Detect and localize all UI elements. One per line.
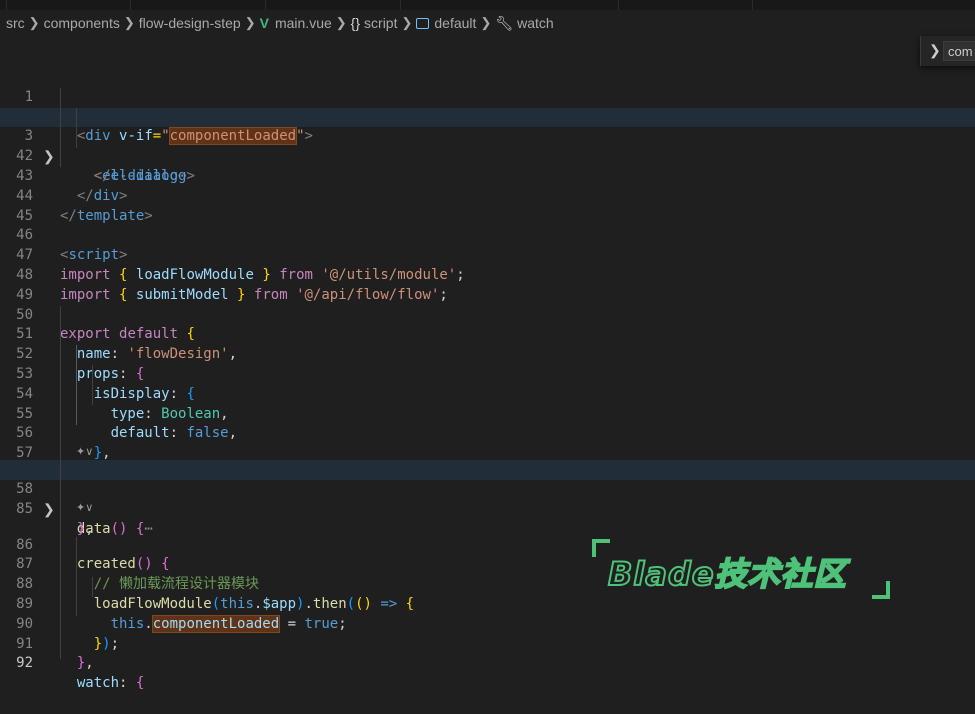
code-line[interactable]: 91 }, (0, 615, 975, 672)
code-line-current[interactable]: 92 watch: { (0, 635, 975, 691)
ai-sparkle-icon[interactable]: ✦∨ (76, 501, 93, 514)
code-line[interactable]: 48 import { submitModel } from '@/api/fl… (0, 246, 975, 303)
breadcrumb-components[interactable]: components (44, 15, 120, 31)
breadcrumb: src ❯ components ❯ flow-design-step ❯ V … (0, 11, 975, 35)
code-line[interactable]: 47 import { loadFlowModule } from '@/uti… (0, 226, 975, 283)
code-line[interactable]: 51 name: 'flowDesign', (0, 306, 975, 362)
code-line[interactable]: 42 </el-dialog> (0, 127, 975, 184)
chevron-right-icon: ❯ (123, 15, 135, 30)
code-line[interactable]: 56 }, (0, 405, 975, 461)
code-line[interactable]: 55 default: false, (0, 385, 975, 442)
chevron-right-icon: ❯ (401, 15, 413, 30)
code-line[interactable]: 45 (0, 187, 975, 224)
tab-separator (618, 0, 619, 10)
code-line[interactable]: 90 }); (0, 595, 975, 652)
code-line[interactable]: 44 </template> (0, 167, 975, 224)
indent-guide (76, 108, 77, 148)
braces-icon: {} (350, 15, 361, 31)
indent-guide (92, 577, 93, 597)
ai-sparkle-icon[interactable]: ✦∨ (76, 445, 93, 458)
code-line[interactable]: 53 isDisplay: { (0, 345, 975, 402)
chevron-right-icon: ❯ (244, 15, 256, 30)
indent-guide (60, 306, 61, 659)
tab-separator (400, 0, 401, 10)
symbol-variable-icon (416, 17, 430, 29)
code-line[interactable]: 57 }, (0, 424, 975, 481)
breadcrumb-flow-design-step[interactable]: flow-design-step (139, 15, 241, 31)
code-line[interactable]: 2 <div v-if="componentLoaded"> (0, 88, 975, 146)
line-number: 92 (16, 655, 33, 672)
editor-tabs-strip (0, 0, 975, 10)
chevron-right-icon: ❯ (480, 15, 492, 30)
code-line[interactable]: 52 props: { (0, 325, 975, 382)
chevron-right-icon[interactable]: ❯ (929, 42, 941, 59)
code-line[interactable]: 86 created() { (0, 516, 975, 573)
breadcrumb-src[interactable]: src (6, 15, 25, 31)
chevron-right-icon: ❯ (28, 15, 40, 30)
indent-guide (60, 88, 61, 167)
code-line[interactable]: 85 }, (0, 480, 975, 537)
code-line[interactable]: 54 type: Boolean, (0, 365, 975, 422)
indent-guide (76, 537, 77, 616)
code-lens[interactable]: ✦∨ (0, 500, 975, 516)
tab-separator (752, 0, 753, 10)
code-line-folded[interactable]: 58 ❯ data() {⋯ (0, 460, 975, 537)
watermark-text: Blade技术社区 (607, 554, 847, 594)
code-lens[interactable]: ✦∨ (0, 444, 975, 460)
tab-separator (130, 0, 131, 10)
vue-file-icon: V (259, 15, 269, 31)
breadcrumb-watch[interactable]: watch (517, 15, 554, 31)
breadcrumb-main-vue[interactable]: main.vue (275, 15, 332, 31)
code-line-folded[interactable]: 3 ❯ <el-dialog⋯ (0, 107, 975, 184)
chevron-right-icon: ❯ (335, 15, 347, 30)
watermark-corner (872, 581, 890, 599)
indent-guide (76, 345, 77, 425)
breadcrumb-script[interactable]: script (364, 15, 397, 31)
wrench-icon: 🔧︎ (495, 14, 514, 31)
code-line[interactable]: 50 export default { (0, 286, 975, 343)
tab-separator (6, 0, 7, 10)
indent-guide (92, 365, 93, 405)
code-line[interactable]: 1 <template> (0, 68, 975, 125)
find-widget: ❯ com (920, 36, 975, 66)
breadcrumb-default[interactable]: default (434, 15, 476, 31)
code-line[interactable]: 46 <script> (0, 207, 975, 263)
code-line[interactable]: 49 (0, 266, 975, 303)
code-line[interactable]: 43 </div> (0, 147, 975, 204)
find-input[interactable]: com (943, 41, 975, 61)
tab-separator (265, 0, 266, 10)
